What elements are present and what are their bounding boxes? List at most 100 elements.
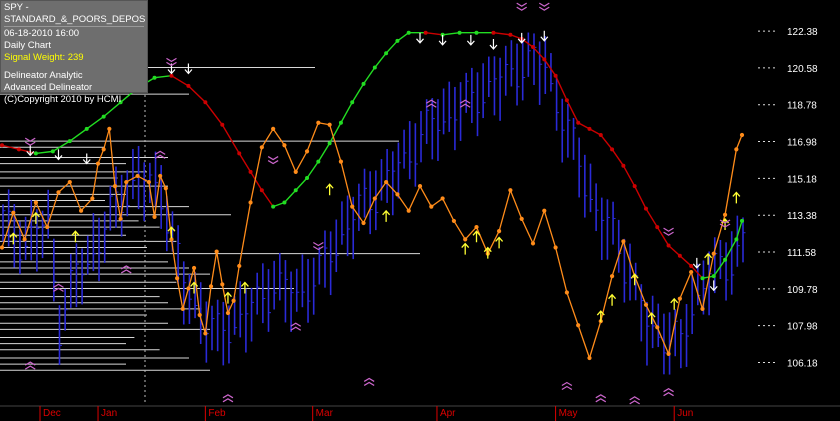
oscillator-point: [384, 179, 389, 185]
y-tick-label: 122.38: [787, 27, 818, 38]
advanced-label: Advanced Delineator: [4, 82, 93, 93]
oscillator-point: [152, 214, 157, 219]
delineator-point: [16, 147, 21, 152]
month-label: May: [559, 408, 578, 419]
signal-arrow-icon: [184, 63, 193, 75]
oscillator-point: [576, 323, 581, 328]
oscillator-point: [700, 306, 705, 311]
chevron-up-icon: [561, 381, 573, 387]
chevron-down-icon: [313, 241, 324, 247]
signal-arrow-icon: [416, 32, 424, 44]
chevron-up-icon: [222, 398, 234, 403]
chevron-up-icon: [120, 265, 132, 270]
signal-arrow-icon: [438, 34, 447, 46]
delineator-point: [542, 57, 547, 62]
delineator-point: [152, 75, 157, 80]
signal-arrow-icon: [466, 34, 475, 46]
oscillator-point: [214, 249, 219, 254]
delineator-point: [384, 51, 389, 56]
oscillator-point: [124, 179, 129, 185]
delineator-point: [237, 151, 242, 156]
month-label: Dec: [43, 408, 61, 419]
delineator-point: [305, 175, 310, 180]
delineator-point: [677, 253, 682, 258]
delineator-segment: [397, 32, 410, 42]
oscillator-point: [248, 200, 253, 205]
delineator-point: [530, 45, 535, 50]
oscillator-point: [203, 331, 208, 336]
y-tick-label: 113.38: [787, 211, 817, 222]
y-tick-label: 116.98: [787, 138, 817, 149]
oscillator-point: [496, 229, 502, 234]
chevron-up-icon: [426, 103, 437, 108]
y-tick-label: 120.58: [787, 64, 818, 75]
delineator-point: [621, 163, 626, 168]
delineator-point: [259, 188, 264, 193]
x-axis: Dec Jan Feb Mar Apr May Jun: [0, 405, 840, 421]
oscillator-point: [271, 126, 276, 131]
oscillator-point: [191, 265, 197, 271]
buy-arrow-icon: [71, 230, 80, 243]
chevron-up-icon: [595, 398, 607, 403]
delineator-point: [0, 143, 4, 148]
y-tick-label: 109.78: [787, 285, 818, 296]
oscillator-point: [451, 218, 457, 224]
oscillator-point: [95, 161, 101, 166]
oscillator-point: [56, 190, 61, 195]
oscillator-point: [67, 179, 72, 185]
oscillator-point: [78, 208, 84, 213]
buy-arrow-icon: [732, 191, 741, 204]
delineator-point: [508, 32, 513, 37]
oscillator-point: [282, 143, 287, 148]
month-label: Mar: [316, 408, 334, 419]
oscillator-point: [474, 224, 479, 230]
chevron-down-icon: [663, 227, 674, 232]
delineator-segment: [283, 189, 297, 203]
oscillator-point: [350, 204, 355, 209]
buy-arrow-icon: [704, 252, 713, 265]
oscillator-point: [237, 263, 242, 269]
delineator-point: [220, 122, 225, 127]
delineator-segment: [425, 32, 443, 36]
oscillator-point: [118, 216, 123, 221]
period-label: Daily Chart: [4, 40, 51, 51]
oscillator-point: [666, 351, 671, 357]
chevron-down-icon: [313, 245, 324, 251]
chevron-up-icon: [24, 361, 36, 366]
delineator-segment: [69, 128, 88, 142]
delineator-point: [740, 218, 744, 223]
oscillator-point: [11, 210, 16, 215]
signal-weight-label: Signal Weight: 239: [4, 52, 84, 63]
oscillator-point: [45, 224, 50, 230]
delineator-segment: [317, 142, 331, 162]
delineator-segment: [351, 83, 365, 103]
chevron-up-icon: [561, 385, 573, 391]
y-tick-label: 111.58: [787, 248, 817, 259]
oscillator-point: [542, 208, 547, 213]
delineator-segment: [362, 67, 376, 85]
delineator-point: [271, 204, 276, 209]
analytic-label: Delineator Analytic: [4, 70, 83, 81]
oscillator-point: [175, 276, 180, 281]
delineator-point: [700, 276, 705, 281]
oscillator-point: [101, 147, 106, 152]
y-tick-label: 107.98: [787, 322, 818, 333]
oscillator-point: [587, 355, 592, 361]
signal-arrow-icon: [82, 153, 91, 165]
delineator-point: [372, 65, 377, 70]
oscillator-point: [553, 245, 558, 250]
delineator-point: [316, 159, 321, 164]
delineator-segment: [611, 148, 624, 167]
oscillator-point: [722, 212, 728, 217]
delineator-point: [610, 147, 615, 152]
oscillator-point: [197, 312, 202, 318]
oscillator-line: [1, 122, 743, 361]
chevron-down-icon: [166, 57, 177, 63]
delineator-segment: [385, 40, 398, 54]
delineator-segment: [295, 177, 308, 191]
oscillator-point: [316, 120, 321, 125]
delineator-point: [84, 126, 89, 131]
delineator-segment: [52, 140, 71, 152]
chevron-up-icon: [222, 394, 234, 399]
delineator-point: [564, 98, 569, 103]
